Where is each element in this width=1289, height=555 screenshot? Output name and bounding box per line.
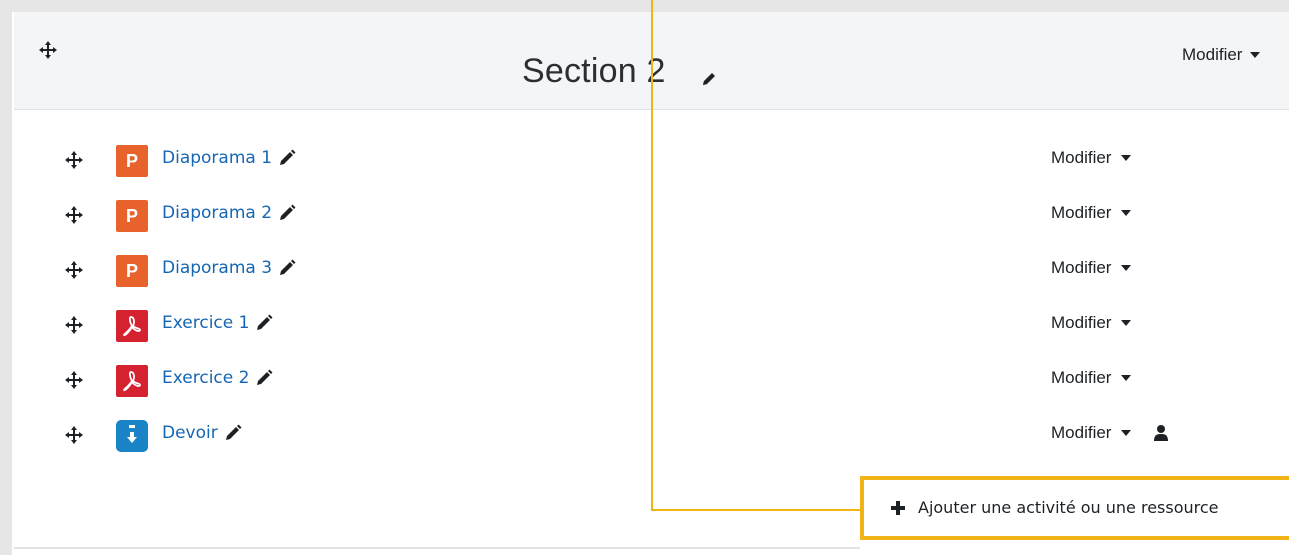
modifier-label: Modifier [1051, 423, 1112, 442]
powerpoint-icon: P [116, 145, 148, 177]
move-icon[interactable] [64, 260, 84, 280]
pdf-icon [116, 365, 148, 397]
modifier-label: Modifier [1051, 148, 1112, 167]
section-modifier-label: Modifier [1182, 45, 1243, 64]
activity-modifier-menu[interactable]: Modifier [1051, 368, 1132, 388]
activity-name: Diaporama 3 [162, 258, 273, 278]
activity-row: P Diaporama 2 Modifier [0, 195, 1289, 235]
caret-down-icon [1121, 210, 1132, 216]
section-modifier-menu[interactable]: Modifier [1182, 45, 1261, 65]
activity-link[interactable]: Diaporama 1 [162, 148, 296, 168]
pencil-icon[interactable] [255, 369, 273, 387]
caret-down-icon [1250, 52, 1261, 58]
add-activity-label: Ajouter une activité ou une ressource [918, 498, 1219, 517]
add-activity-highlight: Ajouter une activité ou une ressource [860, 476, 1289, 540]
powerpoint-letter: P [125, 150, 138, 171]
powerpoint-letter: P [125, 260, 138, 281]
section-title: Section 2 [522, 52, 666, 90]
activity-row: Exercice 2 Modifier [0, 360, 1289, 400]
pencil-icon[interactable] [224, 424, 242, 442]
caret-down-icon [1121, 265, 1132, 271]
acrobat-logo [123, 316, 141, 337]
activity-link[interactable]: Exercice 1 [162, 313, 273, 333]
pencil-icon[interactable] [278, 259, 296, 277]
move-icon[interactable] [64, 205, 84, 225]
activity-row: P Diaporama 1 Modifier [0, 140, 1289, 180]
activity-link[interactable]: Diaporama 2 [162, 203, 296, 223]
pencil-icon[interactable] [255, 314, 273, 332]
highlight-connector-vertical [651, 0, 653, 510]
assignment-icon [116, 420, 148, 452]
modifier-label: Modifier [1051, 203, 1112, 222]
caret-down-icon [1121, 375, 1132, 381]
powerpoint-icon: P [116, 255, 148, 287]
powerpoint-letter: P [125, 205, 138, 226]
activity-modifier-menu[interactable]: Modifier [1051, 148, 1132, 168]
modifier-label: Modifier [1051, 258, 1112, 277]
activity-row: Exercice 1 Modifier [0, 305, 1289, 345]
move-icon[interactable] [64, 150, 84, 170]
caret-down-icon [1121, 155, 1132, 161]
section-move-icon[interactable] [38, 40, 58, 60]
section-bottom-divider [14, 547, 860, 549]
modifier-label: Modifier [1051, 368, 1112, 387]
activity-name: Diaporama 2 [162, 203, 273, 223]
activity-modifier-menu[interactable]: Modifier [1051, 423, 1169, 443]
activity-link[interactable]: Diaporama 3 [162, 258, 296, 278]
modifier-label: Modifier [1051, 313, 1112, 332]
acrobat-logo [123, 371, 141, 392]
pencil-icon[interactable] [278, 149, 296, 167]
pencil-icon[interactable] [278, 204, 296, 222]
activity-name: Exercice 2 [162, 368, 250, 388]
activity-row: Devoir Modifier [0, 415, 1289, 455]
plus-icon [891, 500, 905, 515]
caret-down-icon [1121, 320, 1132, 326]
activity-modifier-menu[interactable]: Modifier [1051, 258, 1132, 278]
page-frame-top [0, 0, 1289, 12]
activity-modifier-menu[interactable]: Modifier [1051, 203, 1132, 223]
activity-modifier-menu[interactable]: Modifier [1051, 313, 1132, 333]
section-edit-pencil-icon[interactable] [700, 70, 718, 88]
activity-row: P Diaporama 3 Modifier [0, 250, 1289, 290]
move-icon[interactable] [64, 425, 84, 445]
user-icon[interactable] [1153, 424, 1169, 442]
add-activity-button[interactable]: Ajouter une activité ou une ressource [890, 498, 1219, 517]
move-icon[interactable] [64, 370, 84, 390]
powerpoint-icon: P [116, 200, 148, 232]
activity-link[interactable]: Devoir [162, 423, 242, 443]
activity-name: Diaporama 1 [162, 148, 273, 168]
download-arrow-icon [127, 425, 137, 443]
activity-name: Exercice 1 [162, 313, 250, 333]
activity-name: Devoir [162, 423, 218, 443]
caret-down-icon [1121, 430, 1132, 436]
pdf-icon [116, 310, 148, 342]
highlight-connector-horizontal [651, 509, 862, 511]
activity-link[interactable]: Exercice 2 [162, 368, 273, 388]
move-icon[interactable] [64, 315, 84, 335]
